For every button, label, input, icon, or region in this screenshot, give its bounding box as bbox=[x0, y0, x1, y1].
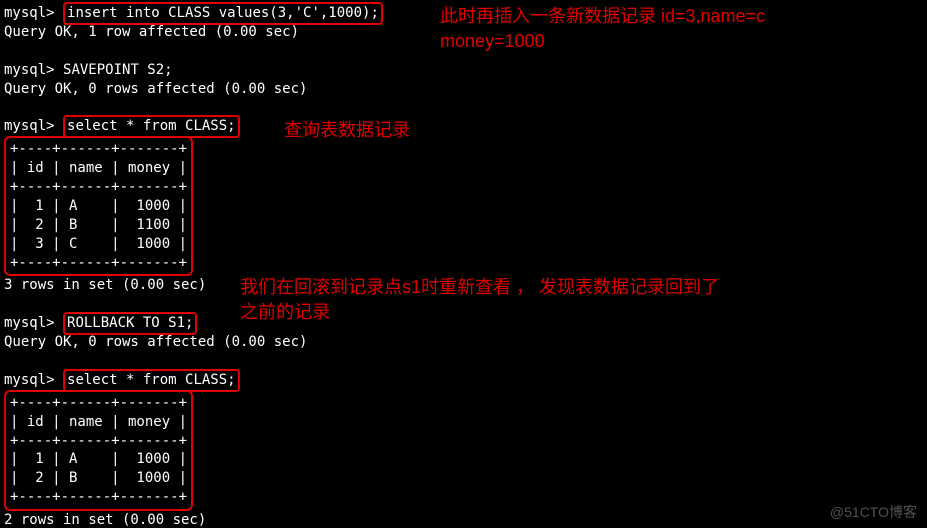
terminal-line: mysql> SAVEPOINT S2; bbox=[4, 61, 923, 80]
table-sep: +----+------+-------+ bbox=[10, 432, 187, 451]
terminal-line: mysql> select * from CLASS; bbox=[4, 117, 923, 136]
watermark: @51CTO博客 bbox=[830, 503, 917, 522]
result-table-1: +----+------+-------+ | id | name | mone… bbox=[4, 136, 193, 276]
cmd-select-1: select * from CLASS; bbox=[63, 115, 240, 138]
cmd-insert: insert into CLASS values(3,'C',1000); bbox=[63, 2, 383, 25]
terminal-line: Query OK, 0 rows affected (0.00 sec) bbox=[4, 333, 923, 352]
annotation-select: 查询表数据记录 bbox=[284, 118, 410, 143]
terminal-screenshot: { "prompt": "mysql>", "cmds": { "insert"… bbox=[0, 0, 927, 528]
table-row: | 1 | A | 1000 | bbox=[10, 197, 187, 216]
table-row: | 3 | C | 1000 | bbox=[10, 235, 187, 254]
table-sep: +----+------+-------+ bbox=[10, 178, 187, 197]
terminal-line: Query OK, 0 rows affected (0.00 sec) bbox=[4, 80, 923, 99]
annotation-insert: 此时再插入一条新数据记录 id=3,name=c money=1000 bbox=[440, 4, 765, 54]
annotation-rollback: 我们在回滚到记录点s1时重新查看 ， 发现表数据记录回到了 之前的记录 bbox=[240, 275, 719, 325]
cmd-rollback: ROLLBACK TO S1; bbox=[63, 312, 197, 335]
result-table-2: +----+------+-------+ | id | name | mone… bbox=[4, 390, 193, 511]
table-header: | id | name | money | bbox=[10, 413, 187, 432]
table-sep: +----+------+-------+ bbox=[10, 394, 187, 413]
table-row: | 2 | B | 1100 | bbox=[10, 216, 187, 235]
mysql-prompt: mysql> bbox=[4, 62, 55, 78]
table-sep: +----+------+-------+ bbox=[10, 140, 187, 159]
cmd-select-2: select * from CLASS; bbox=[63, 369, 240, 392]
terminal-line: 2 rows in set (0.00 sec) bbox=[4, 511, 923, 528]
terminal-line: mysql> select * from CLASS; bbox=[4, 371, 923, 390]
mysql-prompt: mysql> bbox=[4, 315, 55, 331]
table-sep: +----+------+-------+ bbox=[10, 488, 187, 507]
table-sep: +----+------+-------+ bbox=[10, 254, 187, 273]
cmd-savepoint: SAVEPOINT S2; bbox=[63, 62, 173, 78]
mysql-prompt: mysql> bbox=[4, 118, 55, 134]
table-row: | 1 | A | 1000 | bbox=[10, 450, 187, 469]
mysql-prompt: mysql> bbox=[4, 372, 55, 388]
mysql-prompt: mysql> bbox=[4, 5, 55, 21]
table-header: | id | name | money | bbox=[10, 159, 187, 178]
table-row: | 2 | B | 1000 | bbox=[10, 469, 187, 488]
